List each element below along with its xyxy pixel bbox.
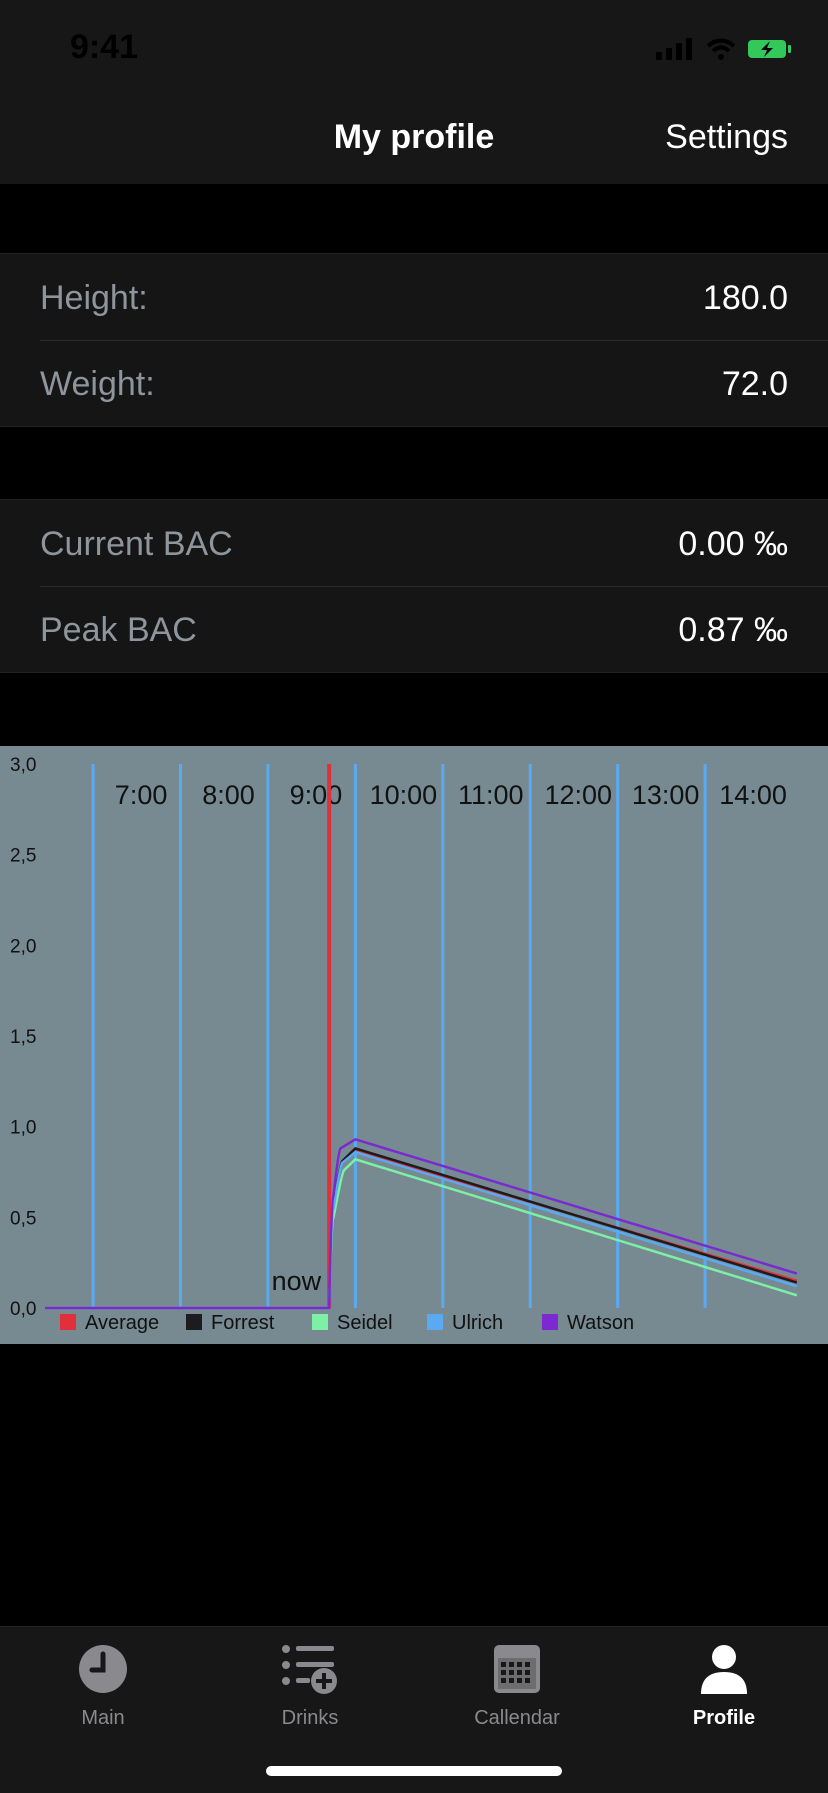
height-row[interactable]: Height: 180.0 (0, 254, 828, 340)
clock-icon (79, 1645, 127, 1693)
weight-row[interactable]: Weight: 72.0 (0, 340, 828, 426)
x-tick-label: 8:00 (202, 780, 255, 810)
bac-chart-svg: 0,0 0,5 1,0 1,5 2,0 2,5 3,0 7:00 8:00 9:00 10:00 11… (10, 755, 798, 1334)
now-label: now (272, 1266, 322, 1296)
tab-drinks-label: Drinks (281, 1707, 339, 1729)
x-tick-label: 13:00 (632, 780, 700, 810)
settings-button[interactable]: Settings (665, 118, 788, 157)
legend-label-watson: Watson (567, 1312, 634, 1334)
legend-label-forrest: Forrest (211, 1312, 275, 1334)
x-tick-label: 9:00 (290, 780, 343, 810)
height-value: 180.0 (702, 279, 788, 317)
height-label: Height: (40, 279, 148, 317)
legend-swatch-watson (542, 1314, 558, 1330)
navigation-bar: My profile Settings (0, 92, 828, 184)
peak-bac-row: Peak BAC 0.87 ‰ (0, 586, 828, 672)
series-line-ulrich (45, 1150, 798, 1310)
legend-swatch-forrest (186, 1314, 202, 1330)
x-tick-label: 11:00 (458, 780, 524, 810)
y-tick-label: 1,5 (10, 1027, 36, 1048)
tab-drinks[interactable]: Drinks (230, 1641, 390, 1730)
series-line-average (45, 1148, 798, 1310)
current-bac-value: 0.00 ‰ (678, 525, 788, 563)
legend-swatch-seidel (312, 1314, 328, 1330)
signal-icon (656, 38, 692, 60)
tab-main[interactable]: Main (23, 1641, 183, 1730)
peak-bac-label: Peak BAC (40, 611, 197, 649)
y-tick-label: 3,0 (10, 755, 36, 776)
weight-value: 72.0 (721, 365, 788, 403)
weight-label: Weight: (40, 365, 155, 403)
peak-bac-value: 0.87 ‰ (678, 611, 788, 649)
person-icon (701, 1645, 747, 1694)
tab-main-label: Main (81, 1707, 125, 1729)
y-tick-label: 2,5 (10, 846, 36, 867)
legend-label-average: Average (85, 1312, 159, 1334)
tab-profile-label: Profile (692, 1707, 756, 1729)
x-tick-label: 10:00 (370, 780, 438, 810)
current-bac-row: Current BAC 0.00 ‰ (0, 500, 828, 586)
x-tick-label: 7:00 (115, 780, 168, 810)
tab-calendar[interactable]: Callendar (437, 1641, 597, 1730)
tab-profile[interactable]: Profile (644, 1641, 804, 1730)
status-bar: 9:41 (0, 0, 828, 92)
x-tick-label: 12:00 (544, 780, 612, 810)
legend-swatch-ulrich (427, 1314, 443, 1330)
tab-calendar-label: Callendar (474, 1707, 560, 1729)
add-list-icon (282, 1645, 337, 1694)
y-tick-label: 1,0 (10, 1118, 36, 1139)
status-time: 9:41 (70, 28, 139, 66)
current-bac-label: Current BAC (40, 525, 233, 563)
status-icons (656, 38, 792, 60)
wifi-icon (706, 38, 736, 60)
x-tick-label: 14:00 (719, 780, 787, 810)
y-tick-label: 0,5 (10, 1208, 36, 1229)
calendar-icon (494, 1645, 540, 1693)
bac-chart[interactable]: 0,0 0,5 1,0 1,5 2,0 2,5 3,0 7:00 8:00 9:00 10:00 11… (0, 746, 828, 1344)
legend-label-ulrich: Ulrich (452, 1312, 503, 1334)
y-tick-label: 0,0 (10, 1299, 36, 1320)
battery-charging-icon (748, 40, 791, 58)
legend-label-seidel: Seidel (337, 1312, 393, 1334)
series-line-watson (45, 1138, 798, 1310)
series-line-seidel (45, 1157, 798, 1310)
home-indicator (266, 1766, 562, 1776)
profile-group: Height: 180.0 Weight: 72.0 (0, 253, 828, 427)
bac-group: Current BAC 0.00 ‰ Peak BAC 0.87 ‰ (0, 499, 828, 673)
y-tick-label: 2,0 (10, 936, 36, 957)
legend-swatch-average (60, 1314, 76, 1330)
